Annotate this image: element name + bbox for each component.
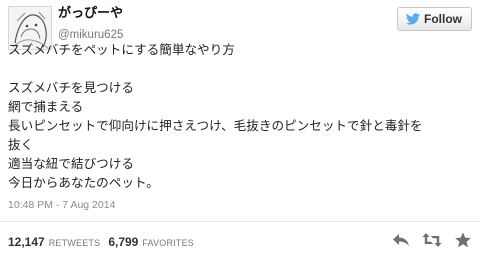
retweets-label[interactable]: RETWEETS [49, 238, 101, 248]
star-icon[interactable] [454, 232, 472, 248]
stats: 12,147 RETWEETS 6,799 FAVORITES [8, 235, 194, 249]
tweet-line: 長いピンセットで仰向けに押さえつけ、毛抜きのピンセットで針と毒針を [8, 118, 423, 133]
follow-button-label: Follow [424, 12, 462, 26]
tweet-line: スズメバチを見つける [8, 80, 134, 95]
tweet-text: スズメバチをペットにする簡単なやり方 スズメバチを見つける 網で捕まえる 長いピ… [8, 40, 474, 192]
tweet-line: 今日からあなたのペット。 [8, 175, 159, 190]
tweet-actions [392, 232, 472, 248]
tweet-line: 適当な紐で結びつける [8, 156, 134, 171]
user-info: がっぴーや @mikuru625 [58, 6, 123, 42]
retweet-icon[interactable] [422, 232, 442, 248]
stats-bar: 12,147 RETWEETS 6,799 FAVORITES [0, 221, 480, 259]
favorites-label[interactable]: FAVORITES [142, 238, 194, 248]
tweet-line: 抜く [8, 137, 34, 152]
retweets-count[interactable]: 12,147 [8, 235, 45, 249]
timestamp[interactable]: 10:48 PM - 7 Aug 2014 [8, 199, 115, 211]
tweet-line: 網で捕まえる [8, 99, 84, 114]
follow-button[interactable]: Follow [397, 7, 472, 31]
display-name[interactable]: がっぴーや [58, 6, 123, 22]
tweet-line: スズメバチをペットにする簡単なやり方 [8, 42, 235, 57]
tweet-card: がっぴーや @mikuru625 Follow スズメバチをペットにする簡単なや… [0, 0, 480, 258]
twitter-bird-icon [406, 13, 420, 25]
favorites-count[interactable]: 6,799 [108, 235, 138, 249]
reply-icon[interactable] [392, 232, 410, 248]
